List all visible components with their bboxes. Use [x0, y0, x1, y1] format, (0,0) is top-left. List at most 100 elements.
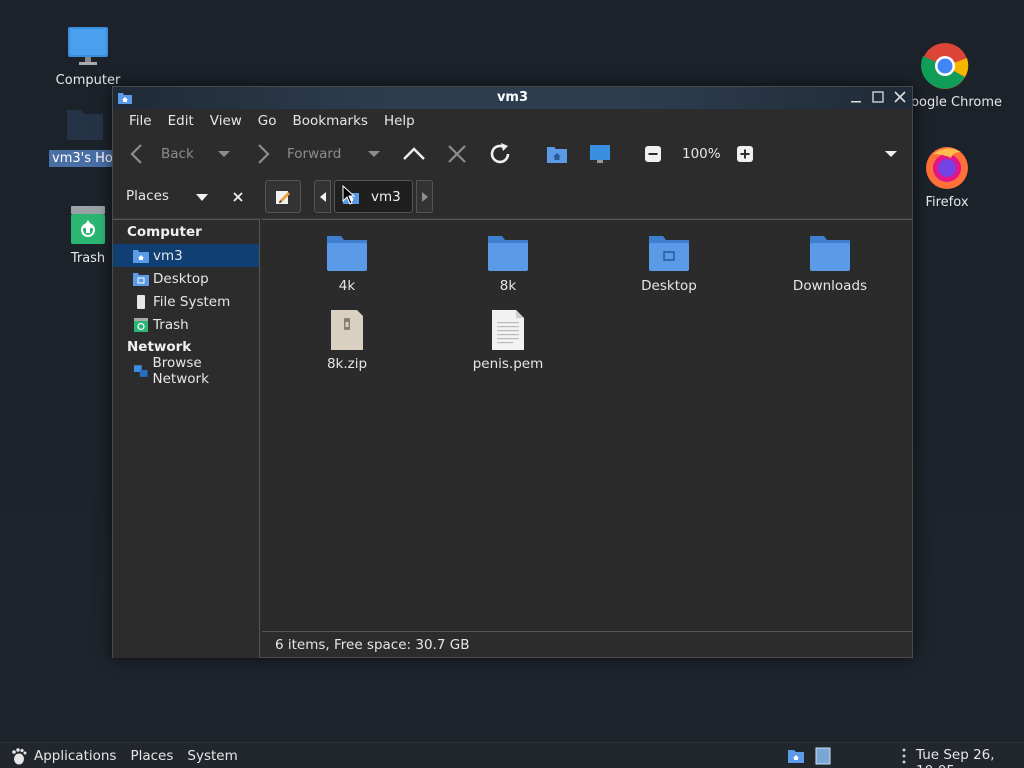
home-folder-icon	[133, 249, 149, 263]
file-name: 4k	[338, 278, 356, 294]
file-item[interactable]: Downloads	[770, 232, 890, 294]
window-titlebar[interactable]: vm3	[113, 87, 912, 109]
up-button[interactable]	[402, 133, 426, 175]
desktop-computer[interactable]: Computer	[43, 24, 133, 89]
file-manager-window: vm3 File Edit View Go Bookmarks Help Bac…	[112, 86, 913, 658]
places-selector-label[interactable]: Places	[126, 188, 169, 204]
desktop-folder-icon	[649, 236, 689, 271]
menu-go[interactable]: Go	[250, 113, 285, 129]
minimize-icon	[851, 101, 861, 103]
forward-button[interactable]: Forward	[255, 133, 341, 175]
mouse-cursor-icon	[342, 185, 356, 205]
file-item[interactable]: penis.pem	[448, 308, 568, 372]
zoom-in-button[interactable]	[737, 133, 753, 175]
file-view: 4k 8k Desktop Downloads 8k.zip penis.pem	[262, 185, 912, 631]
arrow-left-icon	[319, 191, 326, 202]
reload-button[interactable]	[487, 133, 513, 175]
close-sidebar-icon[interactable]	[233, 192, 243, 202]
folder-icon	[488, 236, 528, 271]
sidebar-header-computer: Computer	[127, 224, 202, 240]
places-menu[interactable]: Places	[130, 748, 173, 764]
folder-icon	[327, 236, 367, 271]
toolbar-overflow-menu[interactable]	[884, 133, 898, 175]
file-item[interactable]: 8k.zip	[287, 308, 407, 372]
trash-icon	[134, 317, 148, 332]
minimize-button[interactable]	[848, 89, 864, 105]
back-label: Back	[161, 146, 194, 162]
breadcrumb-scroll-left[interactable]	[314, 180, 331, 213]
toolbar: Back Forward 100%	[113, 133, 912, 175]
file-name: 8k	[499, 278, 517, 294]
file-item[interactable]: Desktop	[609, 232, 729, 294]
folder-icon	[810, 236, 850, 271]
desktop-icon-label: Firefox	[925, 195, 969, 210]
desktop-firefox[interactable]: Firefox	[902, 142, 992, 211]
file-name: penis.pem	[472, 356, 544, 372]
file-name: Desktop	[641, 278, 697, 294]
computer-icon	[68, 27, 108, 65]
caret-down-icon	[218, 151, 230, 157]
caret-down-icon	[368, 151, 380, 157]
trash-icon	[71, 206, 105, 244]
home-button[interactable]	[546, 133, 568, 175]
drive-icon	[137, 294, 145, 309]
stop-button[interactable]	[447, 133, 467, 175]
forward-label: Forward	[287, 146, 342, 162]
sidebar-item-label: File System	[153, 293, 231, 310]
computer-button[interactable]	[589, 133, 611, 175]
toggle-location-entry-button[interactable]	[265, 180, 301, 213]
chevron-up-icon	[403, 147, 425, 160]
home-folder-icon	[547, 147, 567, 163]
sidebar-item-vm3[interactable]: vm3	[113, 244, 259, 267]
status-bar: 6 items, Free space: 30.7 GB	[262, 631, 912, 658]
maximize-button[interactable]	[870, 89, 886, 105]
home-folder-icon	[67, 110, 103, 140]
desktop-icon-label: Trash	[70, 251, 106, 266]
firefox-icon	[926, 147, 968, 189]
window-title: vm3	[496, 90, 529, 105]
desktop-chrome[interactable]: Google Chrome	[901, 42, 1021, 115]
arrow-right-icon	[421, 191, 428, 202]
reload-icon	[490, 143, 510, 164]
taskbar-file-manager-icon[interactable]	[787, 747, 805, 765]
clock[interactable]: Tue Sep 26, 10:05	[916, 747, 1024, 768]
file-item[interactable]: 8k	[448, 232, 568, 294]
places-sidebar: Computer vm3 Desktop File System Trash N…	[113, 219, 260, 658]
caret-down-icon[interactable]	[196, 194, 208, 201]
system-menu[interactable]: System	[187, 748, 237, 764]
breadcrumb-scroll-right[interactable]	[416, 180, 433, 213]
chevron-right-icon	[258, 144, 270, 164]
sidebar-item-label: Trash	[153, 316, 189, 333]
zoom-in-icon	[737, 146, 753, 162]
desktop-icon-label: Google Chrome	[905, 95, 1002, 110]
archive-icon	[331, 310, 363, 350]
zoom-level[interactable]: 100%	[682, 133, 721, 175]
menu-file[interactable]: File	[121, 113, 160, 129]
file-item[interactable]: 4k	[287, 232, 407, 294]
menu-edit[interactable]: Edit	[160, 113, 202, 129]
back-button[interactable]: Back	[129, 133, 194, 175]
sidebar-item-label: Browse Network	[152, 354, 209, 387]
back-history-dropdown[interactable]	[217, 133, 231, 175]
network-icon	[133, 364, 148, 377]
sidebar-item-browse-network[interactable]: Browse Network	[113, 355, 259, 387]
close-icon	[894, 91, 906, 103]
sidebar-item-label: Desktop	[153, 270, 209, 287]
text-file-icon	[492, 310, 524, 350]
menubar: File Edit View Go Bookmarks Help	[113, 109, 912, 133]
maximize-icon	[872, 91, 884, 103]
applications-menu[interactable]: Applications	[34, 748, 116, 764]
forward-history-dropdown[interactable]	[367, 133, 381, 175]
sidebar-item-desktop[interactable]: Desktop	[113, 267, 259, 290]
breadcrumb-label: vm3	[371, 188, 401, 205]
show-desktop-icon[interactable]	[815, 747, 831, 765]
zoom-out-button[interactable]	[645, 133, 661, 175]
close-window-button[interactable]	[892, 89, 908, 105]
menu-bookmarks[interactable]: Bookmarks	[285, 113, 376, 129]
menu-help[interactable]: Help	[376, 113, 423, 129]
menu-view[interactable]: View	[202, 113, 250, 129]
sidebar-item-trash[interactable]: Trash	[113, 313, 259, 336]
gnome-foot-icon[interactable]	[10, 747, 28, 765]
sidebar-item-file-system[interactable]: File System	[113, 290, 259, 313]
file-name: Downloads	[792, 278, 868, 294]
